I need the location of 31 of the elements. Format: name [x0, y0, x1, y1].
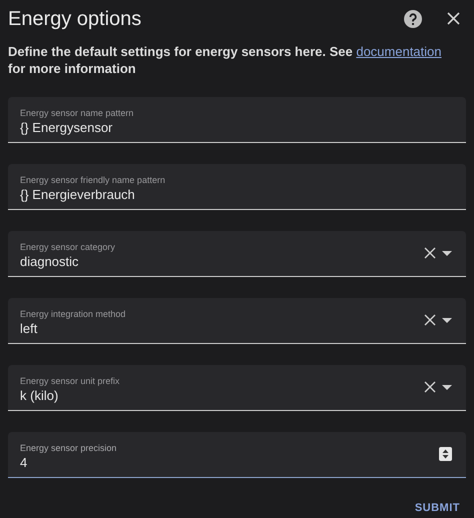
- clear-icon[interactable]: [424, 314, 436, 326]
- field-value: diagnostic: [20, 253, 80, 270]
- field-value: 4: [20, 454, 28, 471]
- field-value: {} Energysensor: [20, 119, 114, 136]
- field-label: Energy sensor category: [20, 241, 116, 253]
- field-value: k (kilo): [20, 387, 60, 404]
- field-value: {} Energieverbrauch: [20, 186, 136, 203]
- clear-icon[interactable]: [424, 247, 436, 259]
- spinner-icon[interactable]: [439, 447, 452, 461]
- dropdown-caret-icon[interactable]: [442, 250, 452, 256]
- field-label: Energy integration method: [20, 308, 127, 320]
- field-label: Energy sensor unit prefix: [20, 375, 121, 387]
- input-field[interactable]: Energy integration method left: [8, 298, 466, 344]
- field-value: left: [20, 320, 38, 337]
- documentation-link[interactable]: documentation: [356, 44, 442, 58]
- input-field[interactable]: Energy sensor precision 4: [8, 432, 466, 478]
- dropdown-caret-icon[interactable]: [442, 318, 452, 322]
- description-text: Define the default settings for energy sensors here. See documentation for more information: [8, 42, 442, 76]
- input-field[interactable]: Energy sensor unit prefix k (kilo): [8, 364, 466, 410]
- input-field[interactable]: Energy sensor friendly name pattern {} Energieverbrauch: [8, 164, 466, 210]
- dropdown-caret-icon[interactable]: [442, 384, 452, 390]
- clear-icon[interactable]: [424, 381, 436, 393]
- field-label: Energy sensor precision: [20, 442, 118, 454]
- input-field[interactable]: Energy sensor name pattern {} Energysensor: [8, 96, 466, 142]
- field-label: Energy sensor name pattern: [20, 107, 135, 119]
- submit-button[interactable]: SUBMIT: [410, 498, 464, 518]
- field-label: Energy sensor friendly name pattern: [20, 174, 166, 186]
- help-icon[interactable]: [404, 10, 422, 28]
- close-icon[interactable]: [447, 12, 460, 26]
- input-field[interactable]: Energy sensor category diagnostic: [8, 230, 466, 276]
- dialog-title: Energy options: [8, 6, 142, 32]
